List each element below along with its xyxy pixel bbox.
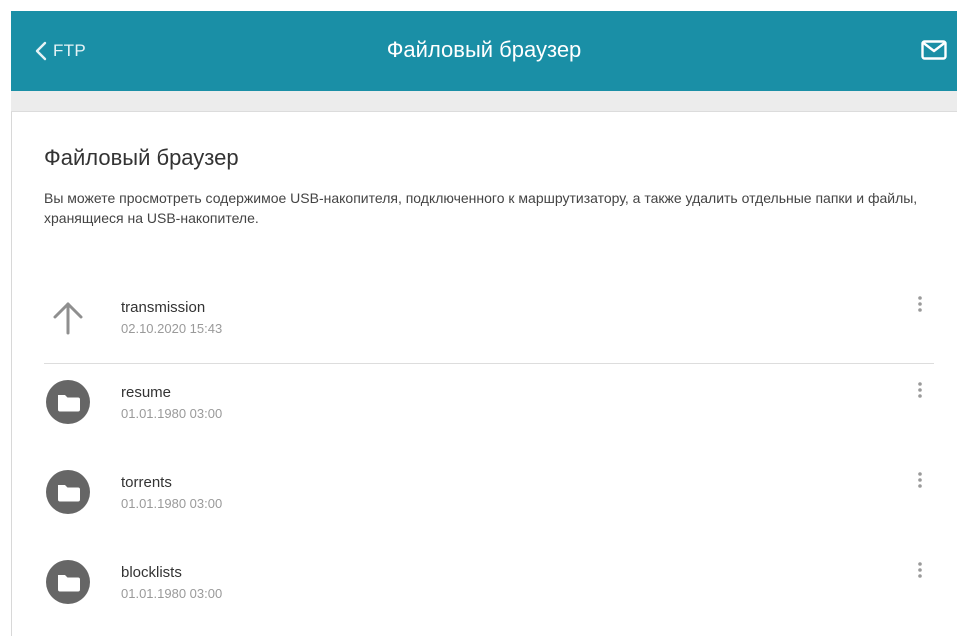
file-list: transmission 02.10.2020 15:43 resume 01.… xyxy=(44,278,934,634)
folder-row[interactable]: resume 01.01.1980 03:00 xyxy=(44,364,934,454)
page-title: Файловый браузер xyxy=(386,37,582,62)
more-vert-icon[interactable] xyxy=(910,378,930,402)
file-date: 01.01.1980 03:00 xyxy=(121,496,223,511)
mail-icon xyxy=(921,40,947,60)
file-name: blocklists xyxy=(121,564,182,581)
notifications-button[interactable] xyxy=(920,38,948,62)
file-name: torrents xyxy=(121,474,172,491)
parent-directory-row[interactable]: transmission 02.10.2020 15:43 xyxy=(44,278,934,364)
page: FTP Файловый браузер Файловый браузер Вы… xyxy=(0,0,957,636)
file-date: 01.01.1980 03:00 xyxy=(121,406,223,421)
folder-row[interactable]: blocklists 01.01.1980 03:00 xyxy=(44,544,934,634)
more-vert-icon[interactable] xyxy=(910,292,930,316)
file-name: resume xyxy=(121,384,172,401)
folder-icon xyxy=(46,470,90,514)
more-vert-icon[interactable] xyxy=(910,468,930,492)
file-name: transmission xyxy=(121,299,206,316)
arrow-up-icon xyxy=(53,302,83,335)
main-content: Файловый браузер Вы можете просмотреть с… xyxy=(12,112,957,636)
top-bar: FTP Файловый браузер xyxy=(11,11,957,91)
folder-icon xyxy=(46,560,90,604)
folder-icon xyxy=(46,380,90,424)
more-vert-icon[interactable] xyxy=(910,558,930,582)
file-date: 02.10.2020 15:43 xyxy=(121,321,223,336)
file-date: 01.01.1980 03:00 xyxy=(121,586,223,601)
folder-row[interactable]: torrents 01.01.1980 03:00 xyxy=(44,454,934,544)
section-description: Вы можете просмотреть содержимое USB-нак… xyxy=(44,190,918,226)
section-title: Файловый браузер xyxy=(44,145,239,170)
header-spacer xyxy=(11,91,957,112)
